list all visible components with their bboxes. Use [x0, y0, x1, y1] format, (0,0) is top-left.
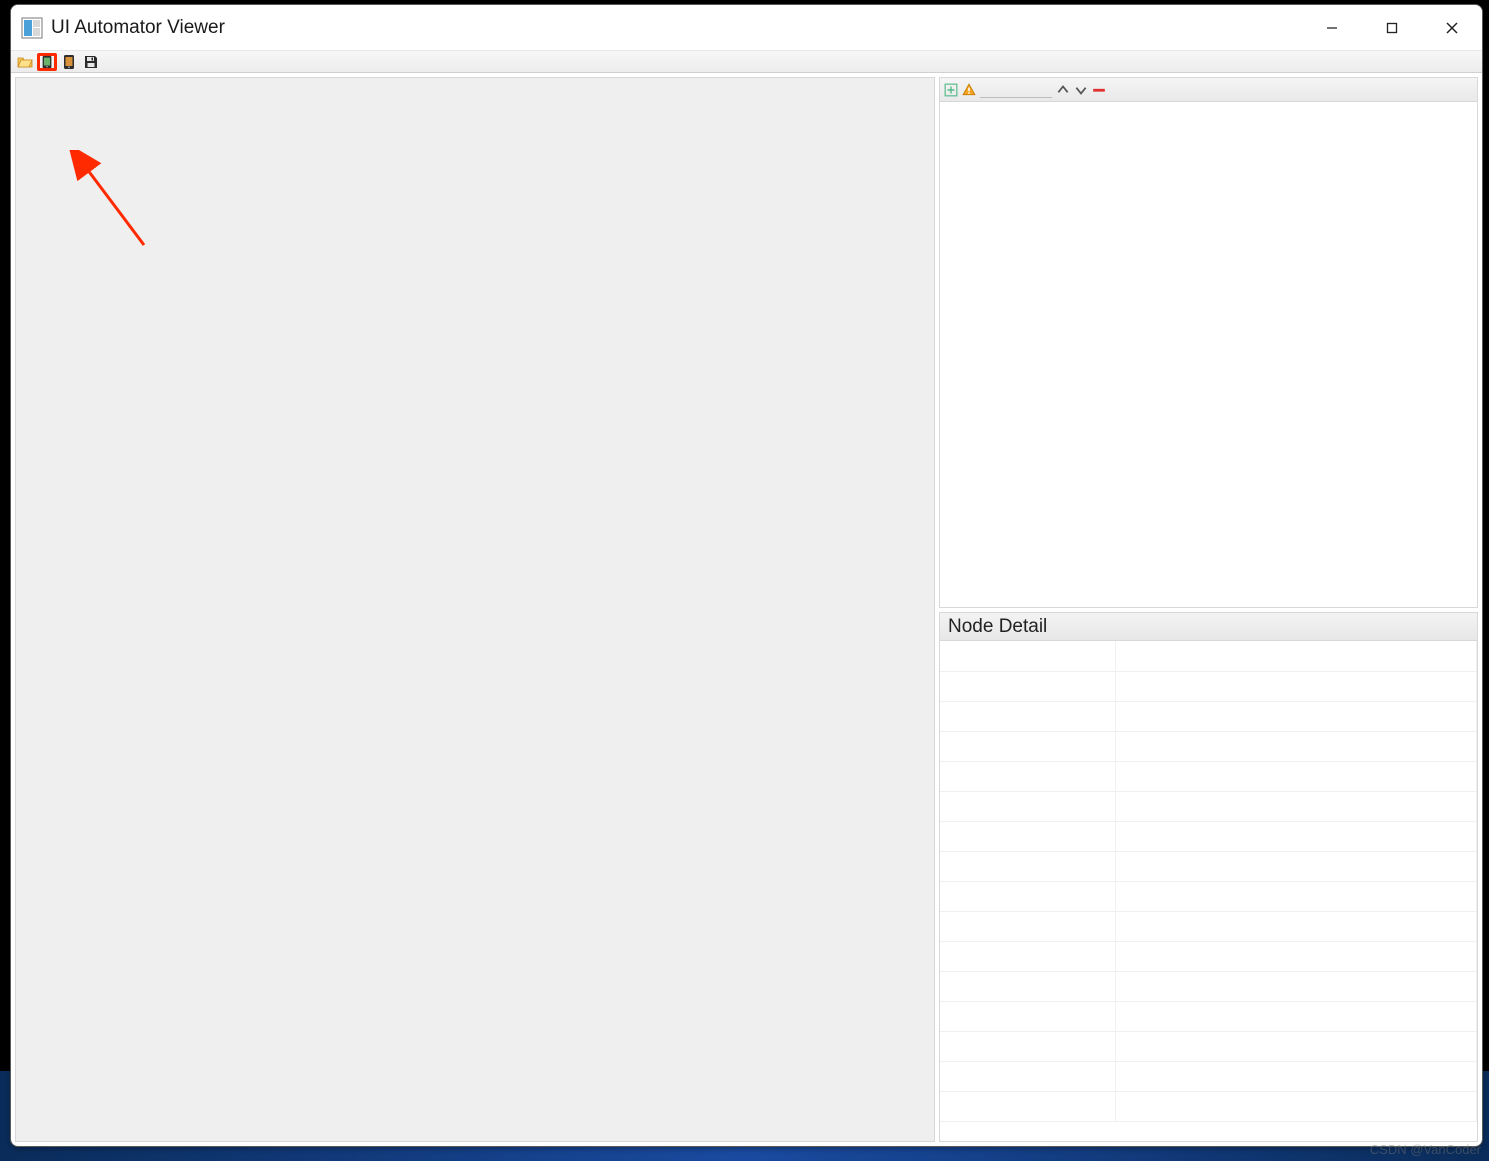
- minimize-button[interactable]: [1302, 5, 1362, 50]
- table-row[interactable]: [940, 641, 1477, 671]
- detail-key-cell: [940, 671, 1115, 701]
- detail-value-cell: [1115, 791, 1477, 821]
- detail-key-cell: [940, 731, 1115, 761]
- detail-value-cell: [1115, 821, 1477, 851]
- detail-key-cell: [940, 911, 1115, 941]
- tree-search-input[interactable]: [980, 82, 1052, 98]
- search-clear-button[interactable]: [1092, 83, 1106, 97]
- window-title: UI Automator Viewer: [51, 17, 1302, 39]
- detail-value-cell: [1115, 1001, 1477, 1031]
- close-button[interactable]: [1422, 5, 1482, 50]
- detail-value-cell: [1115, 1091, 1477, 1121]
- detail-key-cell: [940, 761, 1115, 791]
- detail-key-cell: [940, 971, 1115, 1001]
- detail-value-cell: [1115, 1031, 1477, 1061]
- detail-value-cell: [1115, 701, 1477, 731]
- detail-key-cell: [940, 881, 1115, 911]
- detail-value-cell: [1115, 671, 1477, 701]
- detail-key-cell: [940, 791, 1115, 821]
- detail-key-cell: [940, 1001, 1115, 1031]
- maximize-button[interactable]: [1362, 5, 1422, 50]
- detail-value-cell: [1115, 911, 1477, 941]
- hierarchy-tree[interactable]: [940, 102, 1477, 607]
- detail-value-cell: [1115, 881, 1477, 911]
- detail-key-cell: [940, 941, 1115, 971]
- node-detail-title: Node Detail: [940, 613, 1477, 641]
- table-row[interactable]: [940, 731, 1477, 761]
- annotation-arrow: [64, 150, 164, 260]
- tree-toolbar: [940, 78, 1477, 102]
- table-row[interactable]: [940, 791, 1477, 821]
- detail-value-cell: [1115, 851, 1477, 881]
- expand-all-button[interactable]: [944, 83, 958, 97]
- app-icon: [21, 17, 43, 39]
- detail-key-cell: [940, 1061, 1115, 1091]
- table-row[interactable]: [940, 701, 1477, 731]
- table-row[interactable]: [940, 1031, 1477, 1061]
- detail-key-cell: [940, 701, 1115, 731]
- open-button[interactable]: [15, 53, 35, 71]
- right-column: Node Detail: [939, 77, 1478, 1142]
- detail-value-cell: [1115, 641, 1477, 671]
- detail-key-cell: [940, 851, 1115, 881]
- device-screenshot-button[interactable]: [37, 53, 57, 71]
- table-row[interactable]: [940, 911, 1477, 941]
- hierarchy-pane: [939, 77, 1478, 608]
- device-screenshot-compressed-button[interactable]: [59, 53, 79, 71]
- main-toolbar: [11, 51, 1482, 73]
- node-detail-table: [940, 641, 1477, 1122]
- search-next-button[interactable]: [1074, 83, 1088, 97]
- table-row[interactable]: [940, 1001, 1477, 1031]
- table-row[interactable]: [940, 1091, 1477, 1121]
- window-controls: [1302, 5, 1482, 50]
- detail-key-cell: [940, 1031, 1115, 1061]
- detail-value-cell: [1115, 1061, 1477, 1091]
- detail-key-cell: [940, 1091, 1115, 1121]
- node-detail-body: [940, 641, 1477, 1141]
- table-row[interactable]: [940, 851, 1477, 881]
- app-window: UI Automator Viewer: [10, 4, 1483, 1147]
- detail-key-cell: [940, 641, 1115, 671]
- detail-value-cell: [1115, 941, 1477, 971]
- screenshot-pane: [15, 77, 935, 1142]
- table-row[interactable]: [940, 821, 1477, 851]
- detail-key-cell: [940, 821, 1115, 851]
- node-detail-pane: Node Detail: [939, 612, 1478, 1142]
- table-row[interactable]: [940, 941, 1477, 971]
- detail-value-cell: [1115, 731, 1477, 761]
- search-prev-button[interactable]: [1056, 83, 1070, 97]
- titlebar: UI Automator Viewer: [11, 5, 1482, 51]
- table-row[interactable]: [940, 761, 1477, 791]
- content-area: Node Detail: [11, 73, 1482, 1146]
- table-row[interactable]: [940, 1061, 1477, 1091]
- detail-value-cell: [1115, 971, 1477, 1001]
- table-row[interactable]: [940, 971, 1477, 1001]
- detail-value-cell: [1115, 761, 1477, 791]
- toggle-naf-button[interactable]: [962, 83, 976, 97]
- table-row[interactable]: [940, 671, 1477, 701]
- table-row[interactable]: [940, 881, 1477, 911]
- save-button[interactable]: [81, 53, 101, 71]
